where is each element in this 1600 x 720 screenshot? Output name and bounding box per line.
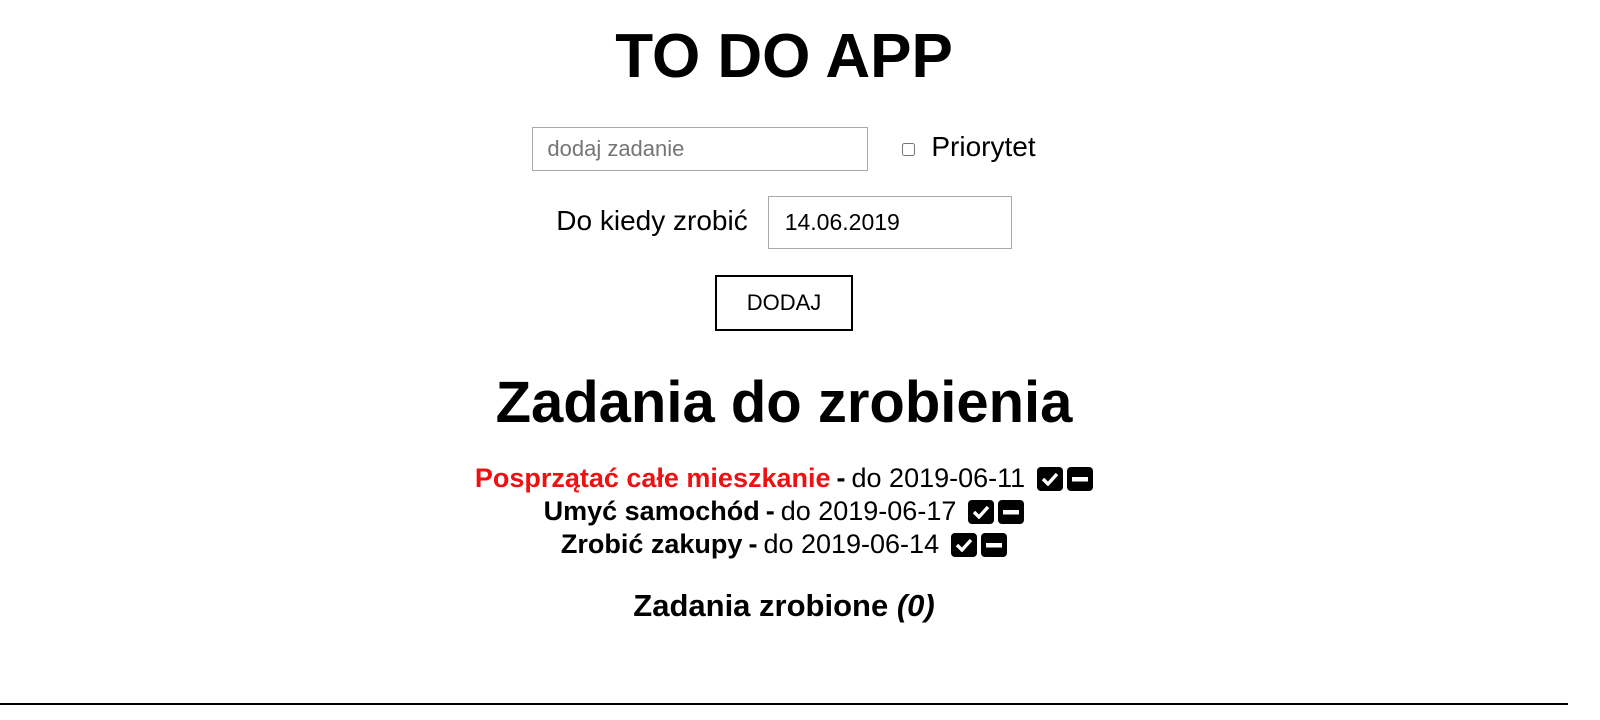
task-item: Zrobić zakupy - do 2019-06-14	[0, 528, 1568, 561]
add-task-row: Priorytet	[0, 127, 1568, 171]
task-name: Umyć samochód	[543, 496, 760, 526]
check-square-icon[interactable]	[968, 499, 995, 524]
minus-square-icon[interactable]	[998, 499, 1025, 524]
task-actions	[951, 532, 1008, 557]
due-date-input[interactable]	[767, 196, 1012, 249]
bottom-divider	[0, 703, 1568, 705]
task-name: Zrobić zakupy	[560, 529, 743, 559]
task-separator: -	[836, 463, 846, 493]
done-heading: Zadania zrobione (0)	[0, 586, 1568, 626]
app-title: TO DO APP	[615, 22, 953, 91]
todo-heading: Zadania do zrobienia	[495, 370, 1073, 435]
task-name: Posprzątać całe mieszkanie	[474, 463, 831, 493]
done-heading-label: Zadania zrobione	[633, 588, 889, 623]
done-count: (0)	[896, 588, 935, 623]
task-due-date: do 2019-06-14	[763, 529, 940, 559]
task-due-date: do 2019-06-17	[780, 496, 957, 526]
task-actions	[968, 499, 1025, 524]
minus-square-icon[interactable]	[1067, 466, 1094, 491]
task-item: Posprzątać całe mieszkanie - do 2019-06-…	[0, 462, 1568, 495]
task-separator: -	[748, 529, 758, 559]
due-date-row: Do kiedy zrobić	[0, 196, 1568, 249]
priority-checkbox[interactable]	[902, 142, 916, 156]
add-task-button[interactable]: DODAJ	[715, 275, 853, 331]
task-separator: -	[765, 496, 775, 526]
priority-label: Priorytet	[931, 131, 1036, 162]
check-square-icon[interactable]	[951, 532, 978, 557]
minus-square-icon[interactable]	[981, 532, 1008, 557]
due-date-label: Do kiedy zrobić	[556, 204, 748, 236]
task-list: Posprzątać całe mieszkanie - do 2019-06-…	[0, 462, 1568, 561]
task-input[interactable]	[532, 127, 869, 171]
task-due-date: do 2019-06-11	[851, 463, 1026, 493]
check-square-icon[interactable]	[1037, 466, 1064, 491]
add-button-row: DODAJ	[0, 275, 1568, 331]
scrollbar-track[interactable]	[1568, 0, 1600, 720]
task-item: Umyć samochód - do 2019-06-17	[0, 495, 1568, 528]
task-actions	[1037, 466, 1094, 491]
